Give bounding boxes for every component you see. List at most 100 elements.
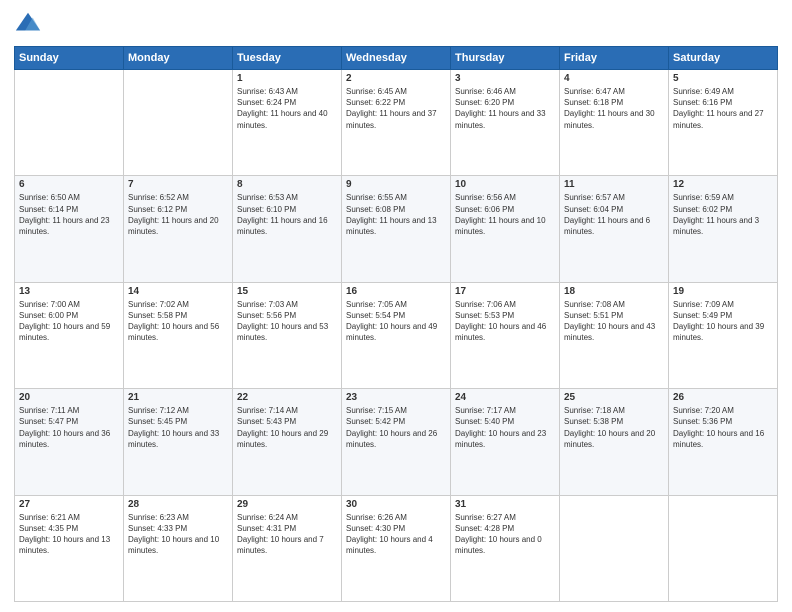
day-cell: 11 Sunrise: 6:57 AM Sunset: 6:04 PM Dayli… [560,176,669,282]
week-row-4: 20 Sunrise: 7:11 AM Sunset: 5:47 PM Dayli… [15,389,778,495]
day-number: 25 [564,392,664,403]
day-cell: 25 Sunrise: 7:18 AM Sunset: 5:38 PM Dayli… [560,389,669,495]
day-info: Sunrise: 7:15 AM Sunset: 5:42 PM Dayligh… [346,405,446,450]
day-info: Sunrise: 6:47 AM Sunset: 6:18 PM Dayligh… [564,86,664,131]
day-cell: 14Sunrise: 7:02 AM Sunset: 5:58 PM Dayli… [124,282,233,388]
day-cell: 26 Sunrise: 7:20 AM Sunset: 5:36 PM Dayli… [669,389,778,495]
day-cell [560,495,669,601]
week-row-5: 27 Sunrise: 6:21 AM Sunset: 4:35 PM Dayli… [15,495,778,601]
day-info: Sunrise: 7:20 AM Sunset: 5:36 PM Dayligh… [673,405,773,450]
day-number: 1 [237,73,337,84]
day-info: Sunrise: 7:12 AM Sunset: 5:45 PM Dayligh… [128,405,228,450]
day-info: Sunrise: 7:09 AM Sunset: 5:49 PM Dayligh… [673,299,773,344]
day-number: 6 [19,179,119,190]
day-info: Sunrise: 7:06 AM Sunset: 5:53 PM Dayligh… [455,299,555,344]
day-header-sunday: Sunday [15,47,124,70]
day-info: Sunrise: 6:57 AM Sunset: 6:04 PM Dayligh… [564,192,664,237]
logo-icon [14,10,42,38]
day-number: 16 [346,286,446,297]
day-info: Sunrise: 6:59 AM Sunset: 6:02 PM Dayligh… [673,192,773,237]
day-cell: 4 Sunrise: 6:47 AM Sunset: 6:18 PM Daylig… [560,70,669,176]
day-number: 15 [237,286,337,297]
day-number: 22 [237,392,337,403]
day-header-wednesday: Wednesday [342,47,451,70]
day-header-monday: Monday [124,47,233,70]
day-number: 14 [128,286,228,297]
day-cell [124,70,233,176]
day-number: 23 [346,392,446,403]
day-info: Sunrise: 7:05 AM Sunset: 5:54 PM Dayligh… [346,299,446,344]
day-cell: 30 Sunrise: 6:26 AM Sunset: 4:30 PM Dayli… [342,495,451,601]
day-cell: 23 Sunrise: 7:15 AM Sunset: 5:42 PM Dayli… [342,389,451,495]
day-info: Sunrise: 7:11 AM Sunset: 5:47 PM Dayligh… [19,405,119,450]
day-number: 26 [673,392,773,403]
day-cell: 19 Sunrise: 7:09 AM Sunset: 5:49 PM Dayli… [669,282,778,388]
day-number: 2 [346,73,446,84]
day-info: Sunrise: 6:49 AM Sunset: 6:16 PM Dayligh… [673,86,773,131]
day-number: 18 [564,286,664,297]
day-number: 30 [346,499,446,510]
day-cell: 5Sunrise: 6:49 AM Sunset: 6:16 PM Daylig… [669,70,778,176]
day-cell: 3 Sunrise: 6:46 AM Sunset: 6:20 PM Daylig… [451,70,560,176]
day-cell: 27 Sunrise: 6:21 AM Sunset: 4:35 PM Dayli… [15,495,124,601]
day-info: Sunrise: 6:26 AM Sunset: 4:30 PM Dayligh… [346,512,446,557]
header [14,10,778,38]
day-cell: 21Sunrise: 7:12 AM Sunset: 5:45 PM Dayli… [124,389,233,495]
day-number: 31 [455,499,555,510]
day-number: 3 [455,73,555,84]
day-info: Sunrise: 7:08 AM Sunset: 5:51 PM Dayligh… [564,299,664,344]
day-info: Sunrise: 6:21 AM Sunset: 4:35 PM Dayligh… [19,512,119,557]
day-info: Sunrise: 7:03 AM Sunset: 5:56 PM Dayligh… [237,299,337,344]
day-cell: 8Sunrise: 6:53 AM Sunset: 6:10 PM Daylig… [233,176,342,282]
day-number: 24 [455,392,555,403]
day-cell: 7 Sunrise: 6:52 AM Sunset: 6:12 PM Daylig… [124,176,233,282]
day-info: Sunrise: 6:43 AM Sunset: 6:24 PM Dayligh… [237,86,337,131]
day-cell: 29Sunrise: 6:24 AM Sunset: 4:31 PM Dayli… [233,495,342,601]
day-info: Sunrise: 6:55 AM Sunset: 6:08 PM Dayligh… [346,192,446,237]
week-row-3: 13 Sunrise: 7:00 AM Sunset: 6:00 PM Dayli… [15,282,778,388]
day-cell: 1 Sunrise: 6:43 AM Sunset: 6:24 PM Daylig… [233,70,342,176]
day-header-friday: Friday [560,47,669,70]
day-info: Sunrise: 6:50 AM Sunset: 6:14 PM Dayligh… [19,192,119,237]
day-number: 4 [564,73,664,84]
day-number: 20 [19,392,119,403]
day-cell: 18 Sunrise: 7:08 AM Sunset: 5:51 PM Dayli… [560,282,669,388]
day-cell: 17Sunrise: 7:06 AM Sunset: 5:53 PM Dayli… [451,282,560,388]
day-number: 12 [673,179,773,190]
day-number: 7 [128,179,228,190]
page: SundayMondayTuesdayWednesdayThursdayFrid… [0,0,792,612]
day-number: 27 [19,499,119,510]
day-info: Sunrise: 6:46 AM Sunset: 6:20 PM Dayligh… [455,86,555,131]
calendar-table: SundayMondayTuesdayWednesdayThursdayFrid… [14,46,778,602]
day-info: Sunrise: 6:45 AM Sunset: 6:22 PM Dayligh… [346,86,446,131]
day-info: Sunrise: 7:14 AM Sunset: 5:43 PM Dayligh… [237,405,337,450]
week-row-1: 1 Sunrise: 6:43 AM Sunset: 6:24 PM Daylig… [15,70,778,176]
week-row-2: 6 Sunrise: 6:50 AM Sunset: 6:14 PM Daylig… [15,176,778,282]
header-row: SundayMondayTuesdayWednesdayThursdayFrid… [15,47,778,70]
day-info: Sunrise: 6:52 AM Sunset: 6:12 PM Dayligh… [128,192,228,237]
day-info: Sunrise: 6:23 AM Sunset: 4:33 PM Dayligh… [128,512,228,557]
day-cell: 2 Sunrise: 6:45 AM Sunset: 6:22 PM Daylig… [342,70,451,176]
day-number: 10 [455,179,555,190]
day-info: Sunrise: 7:00 AM Sunset: 6:00 PM Dayligh… [19,299,119,344]
day-number: 19 [673,286,773,297]
logo [14,10,46,38]
day-header-tuesday: Tuesday [233,47,342,70]
day-number: 13 [19,286,119,297]
day-number: 8 [237,179,337,190]
day-number: 9 [346,179,446,190]
day-info: Sunrise: 6:27 AM Sunset: 4:28 PM Dayligh… [455,512,555,557]
day-info: Sunrise: 7:18 AM Sunset: 5:38 PM Dayligh… [564,405,664,450]
day-cell: 10 Sunrise: 6:56 AM Sunset: 6:06 PM Dayli… [451,176,560,282]
day-cell: 6 Sunrise: 6:50 AM Sunset: 6:14 PM Daylig… [15,176,124,282]
day-cell: 16 Sunrise: 7:05 AM Sunset: 5:54 PM Dayli… [342,282,451,388]
day-info: Sunrise: 6:56 AM Sunset: 6:06 PM Dayligh… [455,192,555,237]
day-header-thursday: Thursday [451,47,560,70]
day-cell [15,70,124,176]
day-number: 28 [128,499,228,510]
day-number: 11 [564,179,664,190]
day-cell: 28 Sunrise: 6:23 AM Sunset: 4:33 PM Dayli… [124,495,233,601]
day-cell [669,495,778,601]
day-cell: 22 Sunrise: 7:14 AM Sunset: 5:43 PM Dayli… [233,389,342,495]
day-cell: 24Sunrise: 7:17 AM Sunset: 5:40 PM Dayli… [451,389,560,495]
